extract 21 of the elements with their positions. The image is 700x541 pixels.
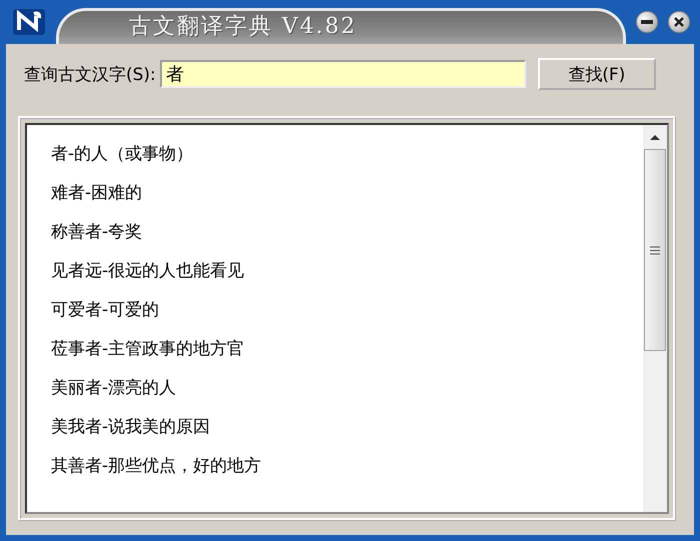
search-button[interactable]: 查找(F) <box>538 58 656 90</box>
result-item[interactable]: 其善者-那些优点，好的地方 <box>51 455 643 478</box>
result-item[interactable]: 称善者-夸奖 <box>51 221 643 244</box>
result-item[interactable]: 见者远-很远的人也能看见 <box>51 260 643 283</box>
result-item[interactable]: 可爱者-可爱的 <box>51 299 643 322</box>
close-icon <box>673 16 685 28</box>
scrollbar[interactable] <box>643 125 667 512</box>
window-title: 古文翻译字典 V4.82 <box>129 13 357 41</box>
result-item[interactable]: 美丽者-漂亮的人 <box>51 377 643 400</box>
close-button[interactable] <box>668 11 690 33</box>
minimize-button[interactable] <box>636 11 658 33</box>
search-field[interactable]: 者 <box>160 60 526 88</box>
scroll-up-icon[interactable] <box>649 133 661 141</box>
result-item[interactable]: 者-的人（或事物） <box>51 143 643 166</box>
result-item[interactable]: 难者-困难的 <box>51 182 643 205</box>
scroll-thumb[interactable] <box>644 149 666 351</box>
search-label: 查询古文汉字(S): <box>24 64 156 86</box>
app-logo-icon <box>12 8 46 36</box>
result-item[interactable]: 美我者-说我美的原因 <box>51 416 643 439</box>
minimize-icon <box>641 20 653 24</box>
result-item[interactable]: 莅事者-主管政事的地方官 <box>51 338 643 361</box>
